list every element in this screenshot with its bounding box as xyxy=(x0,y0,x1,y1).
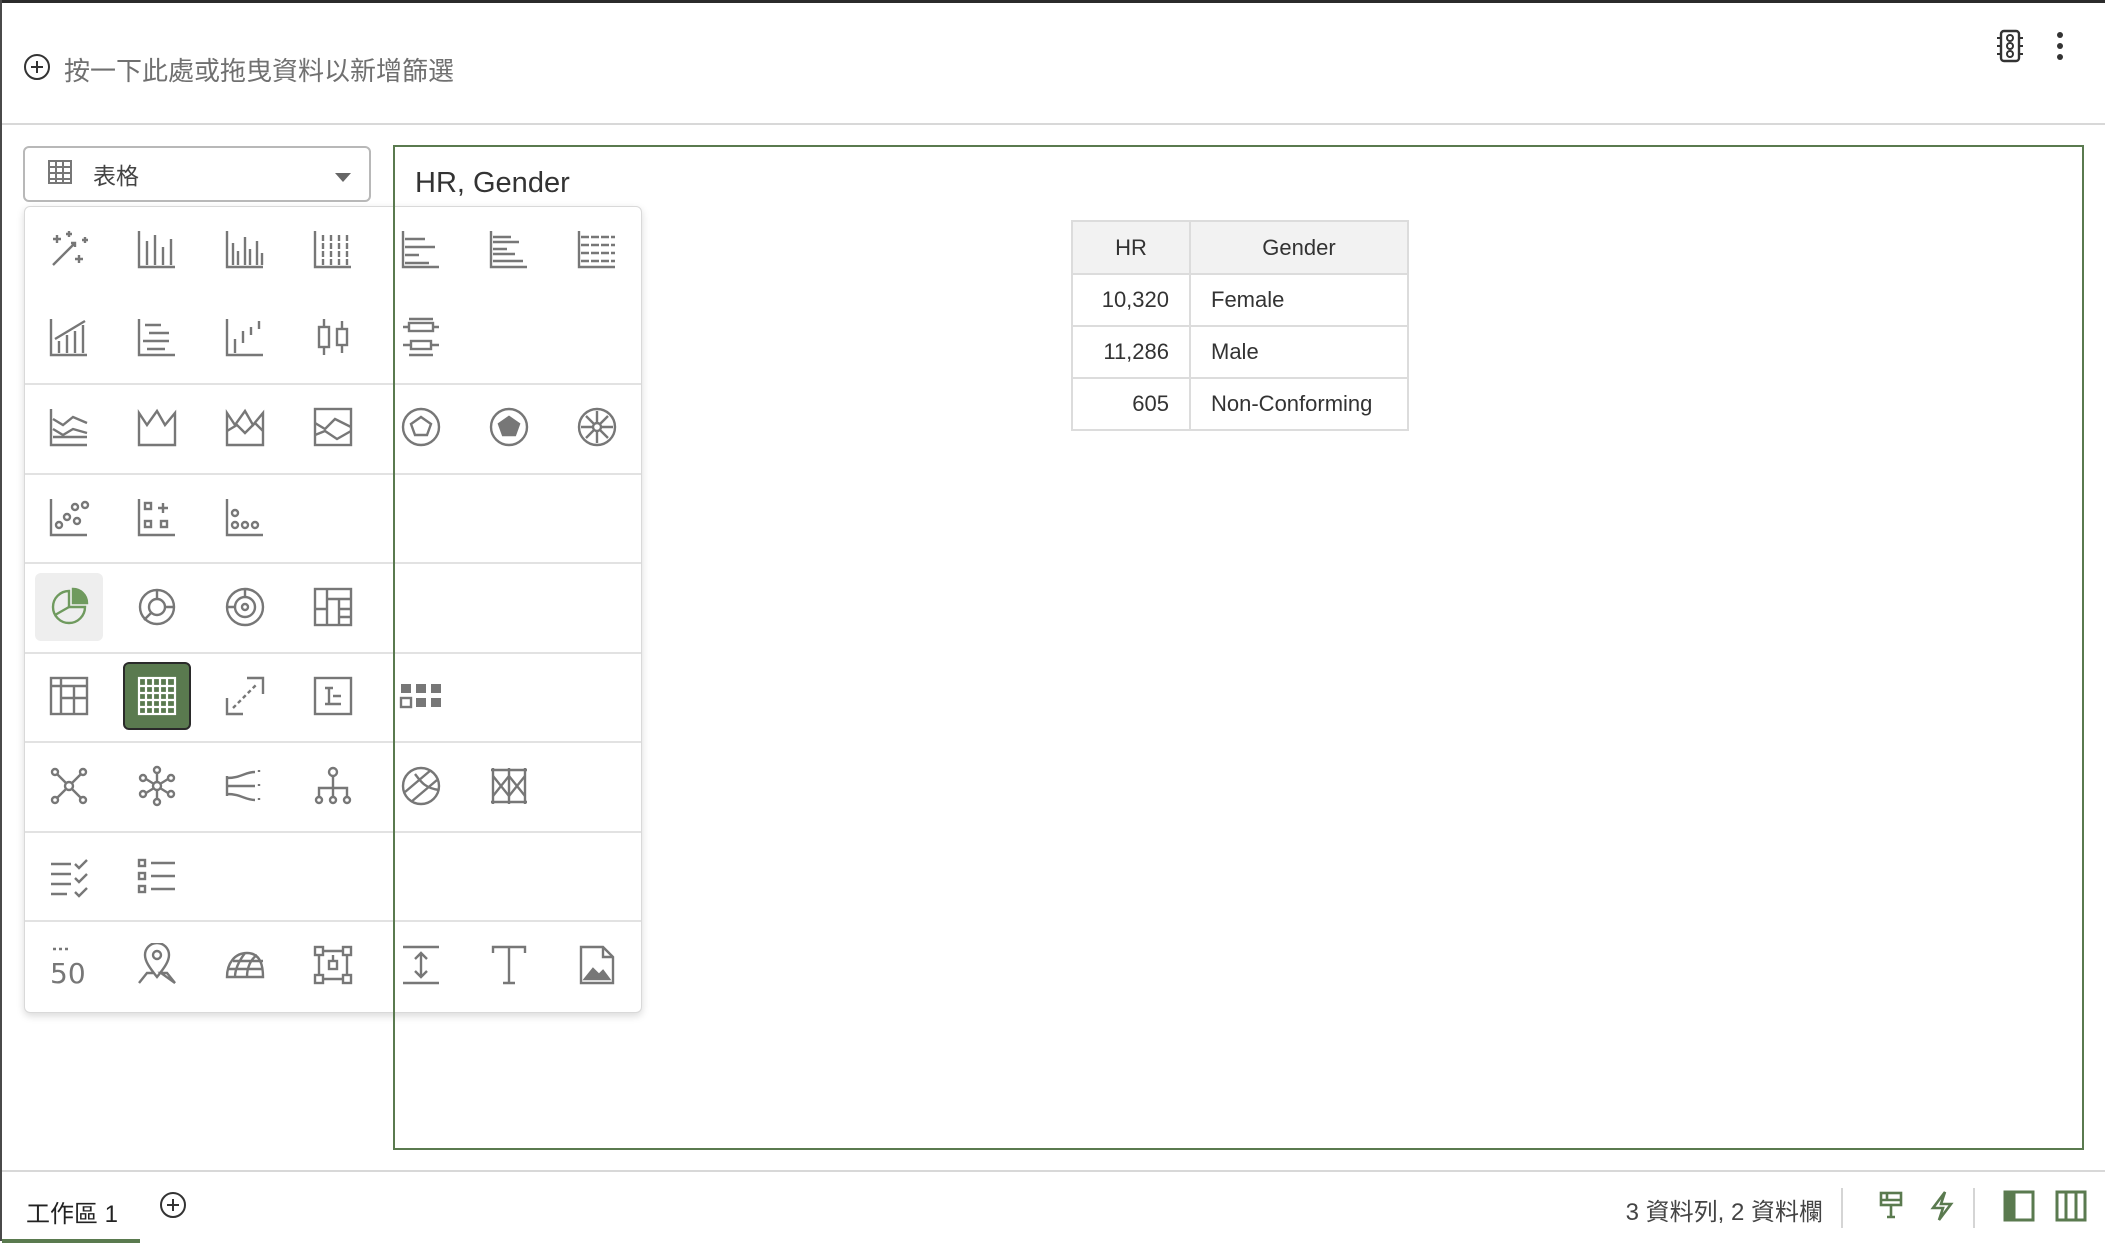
window-left-border xyxy=(0,0,2,1241)
brush-icon[interactable] xyxy=(1877,1190,1905,1227)
boxplot-icon[interactable] xyxy=(299,303,367,371)
donut-chart-icon[interactable] xyxy=(123,573,191,641)
add-filter-text: 按一下此處或拖曳資料以新增篩選 xyxy=(64,57,455,87)
add-tab-icon[interactable] xyxy=(158,1190,188,1225)
map-icon[interactable] xyxy=(123,931,191,999)
visualization-canvas[interactable]: HR, Gender HR Gender 10,320 Female 11,28… xyxy=(393,145,2084,1150)
checklist-icon[interactable] xyxy=(35,842,103,910)
pivot-table-icon[interactable] xyxy=(35,662,103,730)
percent-area-icon[interactable] xyxy=(299,393,367,461)
table-cell[interactable]: 11,286 xyxy=(1071,325,1191,379)
status-divider xyxy=(1973,1188,1975,1228)
split-panel-icon[interactable] xyxy=(2055,1190,2087,1227)
grid-scatter-icon[interactable] xyxy=(123,483,191,551)
waterfall-icon[interactable] xyxy=(211,303,279,371)
chevron-down-icon xyxy=(335,170,351,188)
network-icon[interactable] xyxy=(35,752,103,820)
table-icon[interactable] xyxy=(123,662,191,730)
table-row: 605 Non-Conforming xyxy=(1071,377,1409,431)
grouped-bar-icon[interactable] xyxy=(211,215,279,283)
table-cell[interactable]: Male xyxy=(1189,325,1409,379)
hierarchy-icon[interactable] xyxy=(299,931,367,999)
area-chart-icon[interactable] xyxy=(123,393,191,461)
combo-bar-line-icon[interactable] xyxy=(35,303,103,371)
data-table: HR Gender 10,320 Female 11,286 Male 605 … xyxy=(1071,220,1409,431)
table-row: 11,286 Male xyxy=(1071,325,1409,379)
bar-chart-icon[interactable] xyxy=(123,215,191,283)
stacked-area-icon[interactable] xyxy=(211,393,279,461)
tab-canvas-1[interactable]: 工作區 1 xyxy=(26,1194,118,1229)
scatter-icon[interactable] xyxy=(35,483,103,551)
left-panel-icon[interactable] xyxy=(2003,1190,2035,1227)
table-cell[interactable]: Non-Conforming xyxy=(1189,377,1409,431)
table-cell[interactable]: 605 xyxy=(1071,377,1191,431)
table-row: 10,320 Female xyxy=(1071,273,1409,327)
visualization-type-label: 表格 xyxy=(93,164,139,190)
parallel-coordinates-icon[interactable] xyxy=(299,662,367,730)
stacked-horizontal-variant-icon[interactable] xyxy=(123,303,191,371)
lightning-icon[interactable] xyxy=(1927,1190,1955,1227)
table-cell[interactable]: Female xyxy=(1189,273,1409,327)
column-header-gender[interactable]: Gender xyxy=(1189,220,1409,275)
performance-tile-icon[interactable]: 50 xyxy=(35,931,103,999)
pie-chart-icon[interactable] xyxy=(35,573,103,641)
tree-diagram-icon[interactable] xyxy=(299,752,367,820)
correlation-matrix-icon[interactable] xyxy=(211,662,279,730)
table-grid-icon xyxy=(47,159,73,190)
row-column-status: 3 資料列, 2 資料欄 xyxy=(1625,1199,1823,1226)
add-circle-icon xyxy=(22,52,52,87)
filter-bar: 按一下此處或拖曳資料以新增篩選 xyxy=(2,3,2105,125)
sankey-icon[interactable] xyxy=(211,752,279,820)
traffic-light-icon[interactable] xyxy=(1995,29,2025,63)
chord-icon[interactable] xyxy=(123,752,191,820)
table-cell[interactable]: 10,320 xyxy=(1071,273,1191,327)
visualization-type-select[interactable]: 表格 xyxy=(23,146,371,202)
status-divider xyxy=(1841,1188,1843,1228)
dot-plot-icon[interactable] xyxy=(211,483,279,551)
stacked-bar-icon[interactable] xyxy=(299,215,367,283)
bottom-bar: 工作區 1 3 資料列, 2 資料欄 xyxy=(2,1170,2105,1243)
table-header-row: HR Gender xyxy=(1071,220,1409,275)
list-view-icon[interactable] xyxy=(123,842,191,910)
svg-text:50: 50 xyxy=(50,957,86,987)
heat-map-icon[interactable] xyxy=(211,931,279,999)
more-vertical-icon[interactable] xyxy=(2055,29,2065,63)
active-tab-indicator xyxy=(2,1239,140,1243)
treemap-icon[interactable] xyxy=(299,573,367,641)
auto-visualization-icon[interactable] xyxy=(35,215,103,283)
add-filter-button[interactable]: 按一下此處或拖曳資料以新增篩選 xyxy=(22,51,454,88)
line-chart-icon[interactable] xyxy=(35,393,103,461)
canvas-title: HR, Gender xyxy=(415,167,570,199)
sunburst-icon[interactable] xyxy=(211,573,279,641)
column-header-hr[interactable]: HR xyxy=(1071,220,1191,275)
